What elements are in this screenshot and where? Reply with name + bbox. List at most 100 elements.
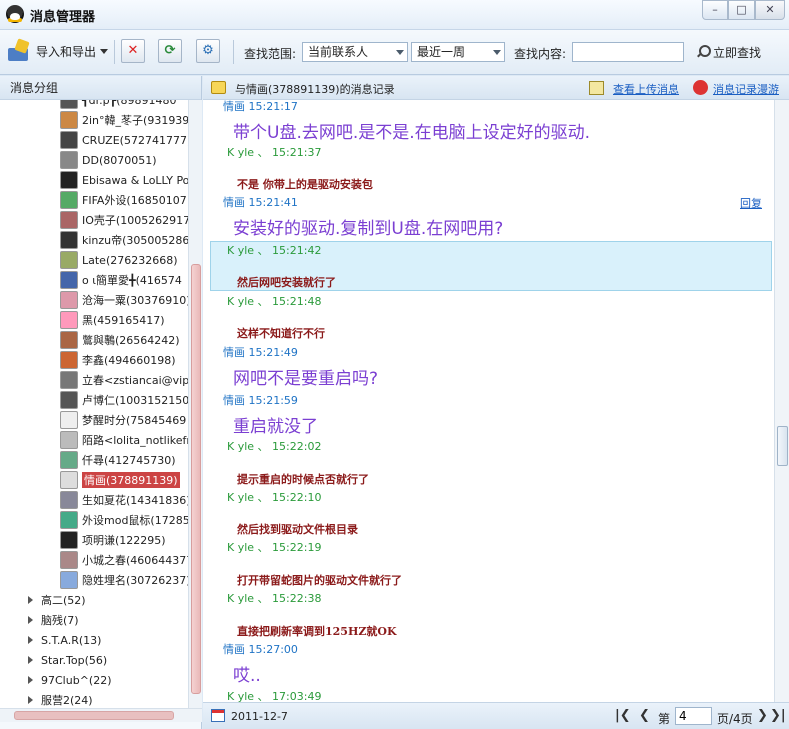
contact-item[interactable]: 2in°韓_苳子(931939 (60, 110, 188, 130)
delete-button[interactable]: ✕ (121, 39, 145, 63)
avatar (60, 511, 78, 529)
group-item[interactable]: Star.Top(56) (28, 650, 107, 670)
import-export-button[interactable]: 导入和导出 (8, 38, 109, 64)
group-item[interactable]: 高二(52) (28, 590, 86, 610)
avatar (60, 411, 78, 429)
contact-item[interactable]: CRUZE(572741777) (60, 130, 188, 150)
reply-link[interactable]: 回复 (740, 195, 762, 211)
upload-icon (589, 81, 604, 95)
close-button[interactable]: ✕ (755, 0, 785, 20)
message-list[interactable]: 回复 情画 15:21:17 带个U盘.去网吧.是不是.在电脑上设定好的驱动. K … (203, 100, 773, 702)
search-icon (696, 45, 711, 59)
contact-item[interactable]: IO壳子(1005262917) (60, 210, 188, 230)
contact-name: 小城之春(460644377 (82, 554, 188, 567)
message-header: 情画 15:21:17 (223, 100, 298, 113)
maximize-button[interactable]: □ (728, 0, 755, 20)
scrollbar-thumb[interactable] (191, 264, 201, 694)
contact-name: ┫dr.p┣(89891480 (82, 100, 177, 107)
app-title: 消息管理器 (30, 10, 96, 25)
refresh-button[interactable]: ⟳ (158, 39, 182, 63)
message-header: 情画 15:21:59 (223, 392, 298, 407)
avatar (60, 211, 78, 229)
message-text: 直接把刷新率调到125HZ就OK (237, 625, 397, 638)
scrollbar-thumb[interactable] (777, 426, 788, 466)
contact-item[interactable]: 鷩與鷒(26564242) (60, 330, 188, 350)
settings-button[interactable]: ⚙ (196, 39, 220, 63)
page-number-input[interactable] (675, 707, 712, 725)
contact-name: DD(8070051) (82, 153, 157, 167)
search-button[interactable]: 立即查找 (696, 42, 761, 62)
contact-item[interactable]: FIFA外设(16850107 (60, 190, 188, 210)
contact-item[interactable]: ┫dr.p┣(89891480 (60, 100, 188, 110)
expand-arrow-icon[interactable] (28, 616, 33, 624)
message-sender: K yle (227, 491, 255, 504)
contact-tree[interactable]: ┫dr.p┣(89891480 2in°韓_苳子(931939 CRUZE(5727… (0, 100, 188, 708)
message-time: 15:22:10 (272, 491, 322, 504)
avatar (60, 351, 78, 369)
avatar (60, 131, 78, 149)
contact-item[interactable]: 仟尋(412745730) (60, 450, 188, 470)
horizontal-scrollbar[interactable] (0, 708, 202, 722)
expand-arrow-icon[interactable] (28, 676, 33, 684)
group-name: 服营2(24) (41, 694, 93, 707)
chevron-down-icon (100, 48, 109, 54)
expand-arrow-icon[interactable] (28, 596, 33, 604)
contact-item[interactable]: DD(8070051) (60, 150, 188, 170)
contact-item[interactable]: 梦醒时分(75845469 (60, 410, 188, 430)
group-item[interactable]: S.T.A.R(13) (28, 630, 101, 650)
contact-item[interactable]: Late(276232668) (60, 250, 188, 270)
avatar (60, 291, 78, 309)
contact-name: 卢博仁(1003152150) (82, 394, 188, 407)
minimize-button[interactable]: – (702, 0, 728, 20)
view-uploaded-link[interactable]: 查看上传消息 (613, 81, 679, 97)
group-item[interactable]: 服营2(24) (28, 690, 93, 708)
prev-page-button[interactable]: ❮ (639, 708, 650, 723)
avatar (60, 371, 78, 389)
contact-tree-scrollbar[interactable] (188, 100, 202, 708)
roaming-icon (693, 80, 708, 95)
contact-item[interactable]: 外设mod鼠标(17285 (60, 510, 188, 530)
contact-item[interactable]: 沧海一粟(30376910) (60, 290, 188, 310)
expand-arrow-icon[interactable] (28, 656, 33, 664)
search-content-label: 查找内容: (514, 47, 567, 61)
message-scrollbar[interactable] (774, 100, 789, 702)
next-page-button[interactable]: ❯ (757, 708, 768, 723)
message-sender: 情画 (223, 346, 245, 359)
contact-item[interactable]: Ebisawa & LoLLY PoPs (60, 170, 188, 190)
contact-name: 外设mod鼠标(17285 (82, 514, 188, 527)
settings-icon: ⚙ (202, 43, 214, 58)
import-export-label: 导入和导出 (36, 44, 97, 59)
message-sender: K yle (227, 244, 255, 257)
time-range-select[interactable]: 最近一周 (411, 42, 505, 62)
contact-item[interactable]: 隐姓埋名(30726237) (60, 570, 188, 590)
first-page-button[interactable]: |❮ (615, 708, 631, 723)
last-page-button[interactable]: ❯| (770, 708, 786, 723)
group-item[interactable]: 脑残(7) (28, 610, 79, 630)
avatar (60, 431, 78, 449)
roaming-link[interactable]: 消息记录漫游 (713, 81, 779, 97)
scrollbar-thumb[interactable] (14, 711, 174, 720)
contact-item[interactable]: 情画(378891139) (60, 470, 188, 490)
separator: 、 (254, 690, 273, 702)
group-item[interactable]: 97Club^(22) (28, 670, 112, 690)
expand-arrow-icon[interactable] (28, 696, 33, 704)
contact-name: 李鑫(494660198) (82, 354, 176, 367)
contact-item[interactable]: 立春<zstiancai@vip.c (60, 370, 188, 390)
expand-arrow-icon[interactable] (28, 636, 33, 644)
scope-select[interactable]: 当前联系人 (302, 42, 408, 62)
search-input[interactable] (572, 42, 684, 62)
contact-item[interactable]: 李鑫(494660198) (60, 350, 188, 370)
message-text: 然后找到驱动文件根目录 (237, 523, 358, 536)
contact-item[interactable]: kinzu帝(305005286) (60, 230, 188, 250)
calendar-icon[interactable] (211, 709, 225, 722)
contact-item[interactable]: 小城之春(460644377 (60, 550, 188, 570)
message-time: 15:22:02 (272, 440, 322, 453)
contact-name: 立春<zstiancai@vip.c (82, 374, 188, 387)
message-time: 15:22:19 (272, 541, 322, 554)
contact-item[interactable]: 项明谦(122295) (60, 530, 188, 550)
contact-item[interactable]: o ι簡單愛╋(416574 (60, 270, 188, 290)
contact-item[interactable]: 黑(459165417) (60, 310, 188, 330)
contact-item[interactable]: 陌路<lolita_notlikefr@ (60, 430, 188, 450)
contact-item[interactable]: 卢博仁(1003152150) (60, 390, 188, 410)
contact-item[interactable]: 生如夏花(14341836) (60, 490, 188, 510)
